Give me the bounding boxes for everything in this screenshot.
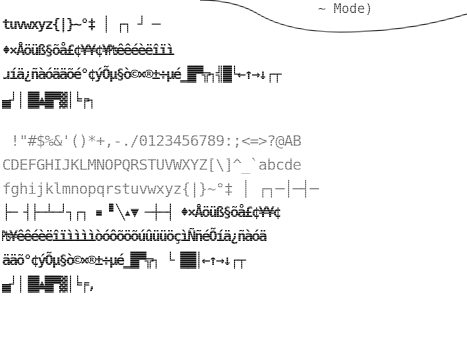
charset-line-6: CDEFGHIJKLMNOPQRSTUVWXYZ[\]^_`abcde (2, 156, 302, 174)
charset-line-10: ääõ°¢ýÕµ§ò©×®±÷µé▁█▀╦┐ └ ██│←↑→↓┌┬ (2, 253, 246, 269)
charset-printout: ~ Mode) tuvwxyz{|}~°‡ │ ┌┐ ┘ ─ ♦×Åöüß§õå… (0, 0, 467, 337)
charset-line-5: !"#$%&'()*+,-./0123456789:;<=>?@AB (2, 132, 302, 150)
charset-line-1: tuvwxyz{|}~°‡ │ ┌┐ ┘ ─ (2, 17, 160, 33)
charset-line-7: fghijklmnopqrstuvwxyz{|}~°‡ │ ┌┐─│─┤─ (2, 180, 319, 198)
charset-line-4: ▄┘│▐█▲█▀▓│╘╒┐ (2, 93, 96, 109)
charset-line-8: ├─ ┤├─┴─┘┐┌┐ ▪ ▘╲▴▼ ─┼─┤ ♦×Åöüß§õå£¢¥¥¢ (2, 205, 282, 221)
charset-line-3: ɹíä¿ñàóääõé°¢ýÕµ§ò©×®±÷µé▁█▀╦┐╣█└←↑→↓┌┬ (2, 67, 282, 83)
charset-line-2: ♦×Åöüß§õå£¢¥¥¢¥₧êêéèëîïì (2, 43, 175, 59)
charset-line-11: ▄┘│▐█▲█▀▓│╘╒, (2, 277, 96, 293)
charset-line-9: ₧¥êêéèëîïììììòóôõöõúûüüöçìÑñéÕíä¿ñàóä (2, 229, 267, 245)
